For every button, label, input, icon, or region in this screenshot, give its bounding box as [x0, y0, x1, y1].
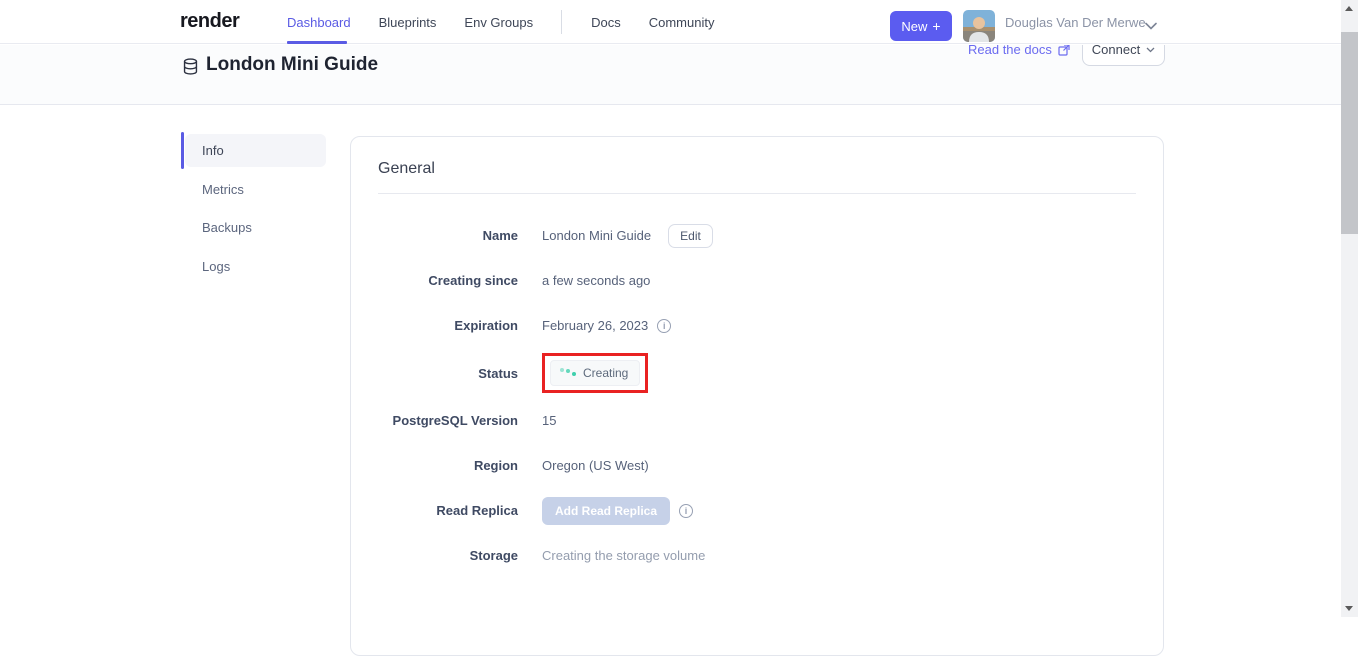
scroll-down-icon[interactable]: [1345, 606, 1353, 611]
field-label: PostgreSQL Version: [378, 413, 518, 428]
region-value: Oregon (US West): [542, 458, 649, 473]
sidebar-item-logs[interactable]: Logs: [185, 250, 326, 283]
new-button-label: New: [901, 19, 927, 34]
user-name[interactable]: Douglas Van Der Merwe: [1005, 15, 1146, 30]
field-label: Status: [378, 366, 518, 381]
connect-button-label: Connect: [1092, 45, 1140, 57]
info-icon[interactable]: i: [657, 319, 671, 333]
sidebar-item-backups[interactable]: Backups: [185, 211, 326, 244]
field-label: Name: [378, 228, 518, 243]
general-card: General Name London Mini Guide Edit Crea…: [350, 136, 1164, 656]
row-creating-since: Creating since a few seconds ago: [351, 258, 1163, 303]
sidebar-item-metrics[interactable]: Metrics: [185, 173, 326, 206]
nav-item-env-groups[interactable]: Env Groups: [464, 15, 533, 30]
chevron-down-icon[interactable]: [1145, 17, 1157, 35]
status-badge: Creating: [550, 360, 640, 386]
nav-links: Dashboard Blueprints Env Groups Docs Com…: [287, 0, 742, 44]
nav-item-dashboard[interactable]: Dashboard: [287, 15, 351, 30]
nav-divider: [561, 10, 562, 34]
row-read-replica: Read Replica Add Read Replica i: [351, 488, 1163, 533]
sidebar-item-info[interactable]: Info: [185, 134, 326, 167]
sidebar-item-label: Info: [202, 143, 224, 158]
new-button[interactable]: New +: [890, 11, 952, 41]
top-navbar: render Dashboard Blueprints Env Groups D…: [0, 0, 1341, 44]
user-avatar[interactable]: [963, 10, 995, 42]
add-read-replica-button[interactable]: Add Read Replica: [542, 497, 670, 525]
field-rows: Name London Mini Guide Edit Creating sin…: [351, 213, 1163, 578]
active-tab-underline: [287, 41, 347, 44]
field-label: Storage: [378, 548, 518, 563]
creating-since-value: a few seconds ago: [542, 273, 650, 288]
read-the-docs-link[interactable]: Read the docs: [968, 45, 1070, 57]
read-the-docs-label: Read the docs: [968, 45, 1052, 57]
sidebar-item-label: Logs: [202, 259, 230, 274]
postgres-version-value: 15: [542, 413, 556, 428]
chevron-down-icon: [1146, 47, 1155, 53]
avatar-image: [963, 10, 995, 42]
status-value: Creating: [583, 366, 628, 380]
scrollbar-thumb[interactable]: [1341, 32, 1358, 234]
row-name: Name London Mini Guide Edit: [351, 213, 1163, 258]
field-label: Creating since: [378, 273, 518, 288]
nav-item-blueprints[interactable]: Blueprints: [379, 15, 437, 30]
loading-dots-icon: [560, 371, 576, 375]
vertical-scrollbar[interactable]: [1341, 0, 1358, 617]
row-region: Region Oregon (US West): [351, 443, 1163, 488]
nav-item-community[interactable]: Community: [649, 15, 715, 30]
row-storage: Storage Creating the storage volume: [351, 533, 1163, 578]
row-postgres-version: PostgreSQL Version 15: [351, 398, 1163, 443]
field-label: Region: [378, 458, 518, 473]
row-status: Status Creating: [351, 348, 1163, 398]
plus-icon: +: [932, 18, 940, 34]
name-value: London Mini Guide: [542, 228, 651, 243]
info-icon[interactable]: i: [679, 504, 693, 518]
page-title: London Mini Guide: [206, 54, 378, 76]
edit-name-button[interactable]: Edit: [668, 224, 713, 248]
sidebar-active-indicator: [181, 132, 184, 169]
field-label: Read Replica: [378, 503, 518, 518]
nav-item-docs[interactable]: Docs: [591, 15, 621, 30]
field-label: Expiration: [378, 318, 518, 333]
storage-value: Creating the storage volume: [542, 548, 705, 563]
red-annotation-box: Creating: [542, 353, 648, 393]
sidebar-item-label: Metrics: [202, 182, 244, 197]
external-link-icon: [1058, 45, 1070, 56]
sidebar-item-label: Backups: [202, 220, 252, 235]
card-heading: General: [378, 160, 1163, 178]
render-logo[interactable]: render: [180, 10, 239, 33]
database-icon: [182, 58, 199, 80]
expiration-value: February 26, 2023: [542, 318, 648, 333]
scroll-up-icon[interactable]: [1345, 6, 1353, 11]
card-divider: [378, 193, 1136, 194]
row-expiration: Expiration February 26, 2023 i: [351, 303, 1163, 348]
page-header: London Mini Guide Read the docs Connect: [0, 45, 1341, 105]
connect-button[interactable]: Connect: [1082, 45, 1165, 66]
